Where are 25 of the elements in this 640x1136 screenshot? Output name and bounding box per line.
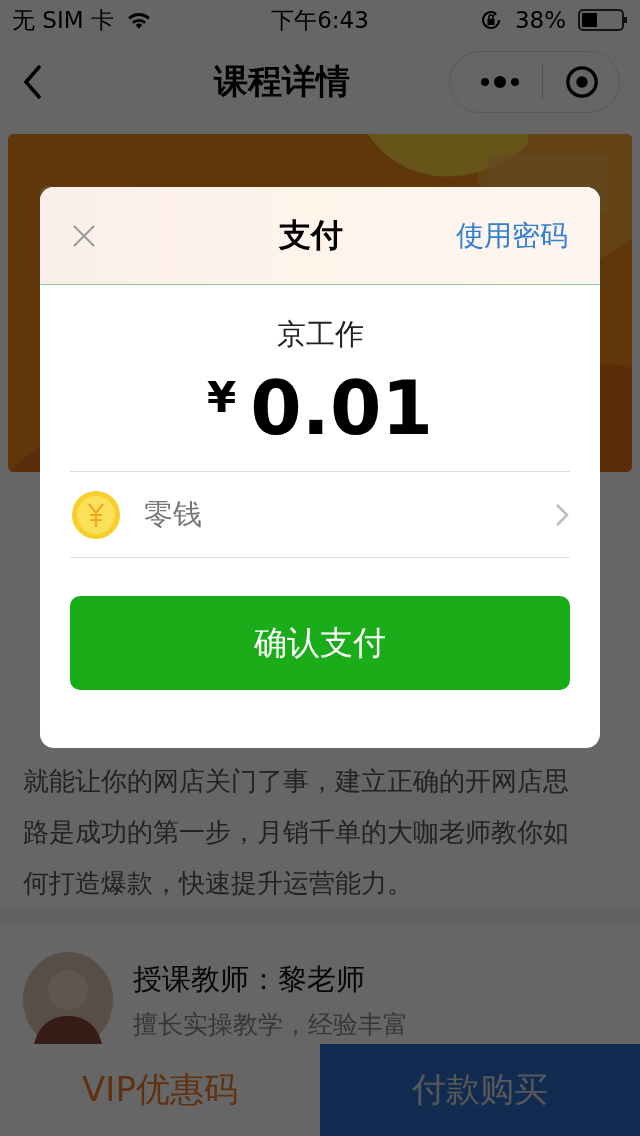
battery-icon bbox=[578, 8, 628, 32]
page-title: 课程详情 bbox=[212, 60, 351, 103]
teacher-name: 授课教师：黎老师 bbox=[133, 960, 366, 998]
buy-button[interactable]: 付款购买 bbox=[320, 1044, 640, 1136]
paragraph-text: 何打造爆款，快速提升运营能力。 bbox=[23, 867, 414, 900]
clock-time: 下午6:43 bbox=[271, 5, 369, 35]
coin-icon bbox=[70, 488, 122, 541]
dialog-title: 支付 bbox=[279, 214, 343, 256]
wifi-icon bbox=[125, 10, 152, 30]
carrier-text: 无 SIM 卡 bbox=[12, 5, 114, 35]
method-label: 零钱 bbox=[144, 495, 203, 533]
merchant-name: 京工作 bbox=[275, 316, 365, 353]
back-icon[interactable] bbox=[22, 64, 44, 100]
payment-method-row[interactable]: 零钱 bbox=[70, 471, 570, 558]
currency-symbol: ¥ bbox=[207, 373, 237, 422]
confirm-pay-button[interactable]: 确认支付 bbox=[70, 596, 570, 690]
use-password-link[interactable]: 使用密码 bbox=[456, 216, 568, 255]
chevron-icon bbox=[554, 502, 570, 527]
more-icon[interactable] bbox=[480, 75, 520, 89]
paragraph-text: 就能让你的网店关门了事，建立正确的开网店思 bbox=[23, 765, 570, 798]
battery-percent: 38% bbox=[514, 7, 566, 33]
paragraph-text: 路是成功的第一步，月销千单的大咖老师教你如 bbox=[23, 816, 570, 849]
close-app-icon[interactable] bbox=[565, 65, 599, 99]
close-icon[interactable] bbox=[72, 223, 96, 248]
amount-value: 0.01 bbox=[250, 365, 433, 451]
